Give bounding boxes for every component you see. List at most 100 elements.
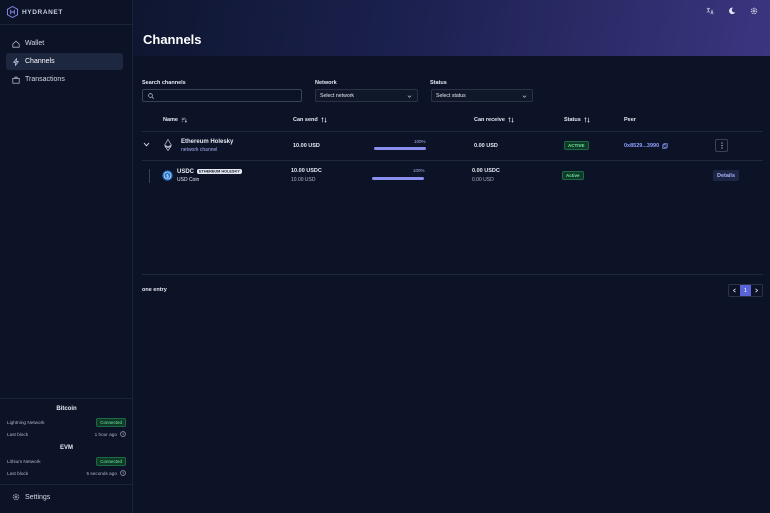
moon-icon[interactable]: [728, 7, 736, 15]
last-block-row: Last block 1 hour ago: [0, 428, 133, 440]
group-name: Ethereum Holesky: [181, 139, 234, 145]
gear-icon: [12, 493, 20, 501]
group-can-send: 10.00 USD: [293, 143, 320, 149]
page-button-current[interactable]: 1: [740, 285, 751, 296]
divider: [0, 24, 133, 25]
copy-icon[interactable]: [662, 143, 668, 149]
next-page-button[interactable]: [751, 285, 762, 296]
network-select[interactable]: Select network: [315, 89, 418, 102]
brand-name: HYDRANET: [22, 8, 63, 16]
network-label: Lightning Network: [7, 419, 45, 425]
chevron-down-icon[interactable]: [143, 142, 150, 147]
group-can-receive: 0.00 USD: [474, 143, 498, 149]
peer-link[interactable]: 0x8529...3990: [624, 143, 668, 149]
connection-badge: Connected: [96, 417, 126, 427]
more-options-button[interactable]: [715, 139, 728, 152]
token-name: USDC: [177, 169, 195, 175]
column-header-label: Name: [163, 117, 178, 123]
chevron-right-icon: [755, 288, 759, 293]
status-badge: Active: [562, 171, 584, 180]
sidebar-item-wallet[interactable]: Wallet: [6, 35, 123, 52]
sidebar-item-label: Channels: [25, 58, 55, 65]
hydranet-logo-icon: [7, 6, 18, 18]
entries-count: one entry: [142, 287, 167, 293]
status-select-value: Select status: [436, 92, 466, 99]
row-can-send-sub: 10.00 USD: [291, 177, 316, 183]
status-select[interactable]: Select status: [431, 89, 533, 102]
section-title: Bitcoin: [56, 406, 77, 412]
row-progress-bar: [372, 177, 424, 180]
column-header-name[interactable]: Name: [163, 117, 187, 123]
column-header-peer: Peer: [624, 117, 636, 123]
briefcase-icon: [12, 76, 20, 84]
settings-button[interactable]: Settings: [12, 493, 50, 501]
network-label: Lithium Network: [7, 458, 41, 464]
divider: [0, 398, 133, 399]
token-name-row: USDC ETHEREUM HOLESKY: [177, 168, 242, 175]
group-subtitle: network channel: [181, 147, 218, 153]
chevron-left-icon: [732, 288, 736, 293]
sidebar-item-channels[interactable]: Channels: [6, 53, 123, 70]
status-badge: ACTIVE: [564, 141, 589, 150]
row-progress-label: 100%: [413, 168, 425, 173]
search-icon: [148, 93, 154, 99]
network-tag: ETHEREUM HOLESKY: [197, 168, 242, 174]
sort-arrows-icon: [508, 117, 514, 123]
column-header-can-send[interactable]: Can send: [293, 117, 327, 123]
section-title: EVM: [59, 445, 73, 451]
column-header-can-receive[interactable]: Can receive: [474, 117, 514, 123]
sidebar-nav: Wallet Channels Transactions: [6, 35, 123, 89]
last-block-value: 1 hour ago: [94, 431, 117, 437]
network-row: Lithium Network Connected: [0, 455, 133, 467]
group-progress-bar: [374, 147, 426, 150]
column-header-label: Can receive: [474, 117, 505, 123]
sidebar-item-transactions[interactable]: Transactions: [6, 71, 123, 88]
ethereum-icon: [164, 139, 172, 151]
brand[interactable]: HYDRANET: [7, 6, 63, 18]
last-block-row: Last block 5 seconds ago: [0, 467, 133, 479]
sidebar-item-label: Transactions: [25, 76, 65, 83]
last-block-label: Last block: [7, 431, 29, 437]
usdc-icon: $: [162, 170, 173, 181]
bitcoin-status: Bitcoin Lightning Network Connected Last…: [0, 406, 133, 440]
home-icon: [12, 40, 20, 48]
gear-icon[interactable]: [750, 7, 758, 15]
chevron-down-icon: [522, 95, 527, 98]
sort-arrows-icon: [584, 117, 590, 123]
pagination: 1: [728, 284, 763, 297]
group-progress-label: 100%: [414, 139, 426, 144]
divider: [0, 484, 133, 485]
sort-arrows-icon: [321, 117, 327, 123]
last-block-label: Last block: [7, 470, 29, 476]
sidebar: HYDRANET Wallet Channels Transactions Bi…: [0, 0, 133, 513]
divider: [142, 160, 763, 161]
connection-badge: Connected: [96, 456, 126, 466]
details-button[interactable]: Details: [713, 170, 739, 181]
row-can-send: 10.00 USDC: [291, 168, 322, 174]
row-can-receive: 0.00 USDC: [472, 168, 500, 174]
row-can-receive-sub: 0.00 USD: [472, 177, 494, 183]
network-row: Lightning Network Connected: [0, 416, 133, 428]
column-header-status[interactable]: Status: [564, 117, 590, 123]
peer-address: 0x8529...3990: [624, 143, 660, 149]
clock-icon: [120, 470, 126, 476]
search-input[interactable]: [142, 89, 302, 102]
page-header: Channels: [133, 0, 770, 56]
last-block-value: 5 seconds ago: [86, 470, 118, 476]
divider: [142, 131, 763, 132]
column-header-label: Peer: [624, 117, 636, 123]
clock-icon: [120, 431, 126, 437]
network-select-value: Select network: [320, 92, 355, 99]
token-subtitle: USD Coin: [177, 177, 200, 183]
prev-page-button[interactable]: [729, 285, 740, 296]
sort-icon: [181, 117, 187, 123]
column-header-label: Can send: [293, 117, 318, 123]
settings-label: Settings: [25, 493, 51, 501]
search-label: Search channels: [142, 80, 186, 86]
translate-icon[interactable]: [706, 7, 714, 15]
chevron-down-icon: [407, 95, 412, 98]
page-title: Channels: [143, 32, 202, 47]
divider: [142, 274, 763, 275]
header-actions: [706, 7, 758, 15]
row-indent-line: [149, 169, 150, 183]
